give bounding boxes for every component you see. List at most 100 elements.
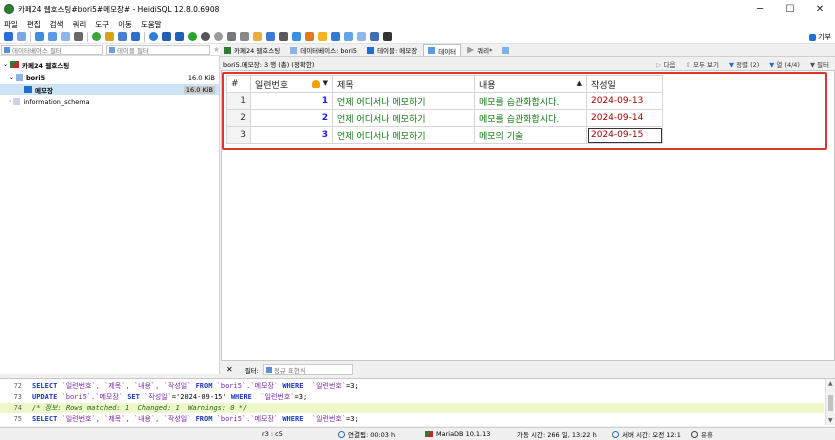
tree-item-server[interactable]: ⌄ 카페24 웹호스팅 <box>0 59 219 70</box>
tab-query[interactable]: 쿼리* <box>463 44 496 56</box>
show-all-button[interactable]: ⇕ 모두 보기 <box>685 59 719 69</box>
id-cell[interactable]: 2 <box>250 109 333 127</box>
abc-icon[interactable] <box>331 32 340 41</box>
menu-file[interactable]: 파일 <box>4 19 18 30</box>
regex-filter-input[interactable]: 정규 표현식 <box>262 364 353 375</box>
last-record-icon[interactable] <box>175 32 184 41</box>
user-manager-icon[interactable] <box>105 32 114 41</box>
sql-log-scrollbar[interactable]: ▲ ▼ <box>825 379 835 425</box>
toolbar-separator <box>144 31 145 42</box>
close-filter-button[interactable]: ✕ <box>226 365 233 374</box>
content-cell[interactable]: 메모를 습관화합시다. <box>474 109 587 127</box>
table-row[interactable]: 3 3 언제 어디서나 메모하기 메모의 기술 2024-09-15 <box>226 126 663 144</box>
column-header-id[interactable]: 일련번호 ▼ <box>250 75 333 93</box>
close-button[interactable]: ✕ <box>805 0 835 18</box>
paste-icon[interactable] <box>48 32 57 41</box>
run-query-icon[interactable] <box>240 32 249 41</box>
save-icon[interactable] <box>266 32 275 41</box>
copy-icon[interactable] <box>35 32 44 41</box>
column-header-title[interactable]: 제목 <box>332 75 475 93</box>
filter-button[interactable]: ▼ 필터 <box>810 59 829 69</box>
star-icon[interactable]: ★ <box>213 45 220 54</box>
delete-row-icon[interactable] <box>201 32 210 41</box>
tab-database[interactable]: 데이터베이스: bori5 <box>286 44 361 56</box>
help-icon-2[interactable] <box>370 32 379 41</box>
help-icon[interactable] <box>149 32 158 41</box>
maintenance-icon[interactable] <box>118 32 127 41</box>
main-tabs: 카페24 웹호스팅 데이터베이스: bori5 테이블: 메모장 데이터 쿼리* <box>220 44 835 57</box>
column-header-date[interactable]: 작성일 <box>586 75 663 93</box>
sql-token: =3; <box>346 415 359 423</box>
insert-row-icon[interactable] <box>188 32 197 41</box>
find-icon[interactable] <box>279 32 288 41</box>
id-cell[interactable]: 1 <box>250 92 333 110</box>
first-record-icon[interactable] <box>162 32 171 41</box>
menu-tools[interactable]: 도구 <box>95 19 109 30</box>
post-icon[interactable] <box>214 32 223 41</box>
data-grid[interactable]: # 일련번호 ▼ 제목 내용 ▲ 작성일 1 1 언제 어디서나 메모하기 메모… <box>221 70 835 361</box>
scroll-up-icon[interactable]: ▲ <box>828 380 833 387</box>
title-bar: 카페24 웹호스팅#bori5#메모장# - HeidiSQL 12.8.0.6… <box>0 0 835 18</box>
tree-item-memo-table[interactable]: 메모장 16.0 KiB <box>0 84 219 95</box>
replace-icon[interactable] <box>292 32 301 41</box>
donate-button[interactable]: 기부 <box>809 32 831 42</box>
new-query-tab-button[interactable] <box>498 44 516 56</box>
collapse-chevron-icon[interactable]: ⌄ <box>3 61 8 68</box>
row-number-cell[interactable]: 2 <box>226 109 251 127</box>
date-cell-selected[interactable]: 2024-09-15 <box>586 126 663 144</box>
database-icon <box>13 98 21 105</box>
date-cell[interactable]: 2024-09-14 <box>586 109 663 127</box>
export-icon[interactable] <box>131 32 140 41</box>
open-file-icon[interactable] <box>253 32 262 41</box>
id-cell[interactable]: 3 <box>250 126 333 144</box>
scroll-thumb[interactable] <box>828 395 833 411</box>
column-header-rownum[interactable]: # <box>226 75 251 93</box>
idle-label: 유휴 <box>701 431 713 439</box>
stop-icon[interactable] <box>383 32 392 41</box>
scroll-down-icon[interactable]: ▼ <box>828 417 833 424</box>
row-number-cell[interactable]: 1 <box>226 92 251 110</box>
menu-edit[interactable]: 편집 <box>27 19 41 30</box>
chart-icon[interactable] <box>357 32 366 41</box>
sort-button[interactable]: ▼ 정렬 (2) <box>729 59 759 69</box>
title-cell[interactable]: 언제 어디서나 메모하기 <box>332 92 475 110</box>
content-cell[interactable]: 메모의 기술 <box>474 126 587 144</box>
undo-icon[interactable] <box>61 32 70 41</box>
format-icon[interactable] <box>305 32 314 41</box>
menu-search[interactable]: 검색 <box>50 19 64 30</box>
database-filter-input[interactable]: 데이터베이스 필터 <box>1 44 103 55</box>
cancel-icon[interactable] <box>227 32 236 41</box>
sql-token: ='2024-09-15' <box>171 393 227 401</box>
column-icon[interactable] <box>344 32 353 41</box>
snippet-icon[interactable] <box>318 32 327 41</box>
tab-table[interactable]: 테이블: 메모장 <box>363 44 421 56</box>
tree-item-bori5[interactable]: ⌄ bori5 16.0 KiB <box>0 72 219 83</box>
minimize-button[interactable]: ─ <box>745 0 775 18</box>
disconnect-icon[interactable] <box>17 32 26 41</box>
title-cell[interactable]: 언제 어디서나 메모하기 <box>332 126 475 144</box>
menu-goto[interactable]: 이동 <box>118 19 132 30</box>
date-cell[interactable]: 2024-09-13 <box>586 92 663 110</box>
print-icon[interactable] <box>74 32 83 41</box>
menu-query[interactable]: 쿼리 <box>72 19 86 30</box>
next-button[interactable]: ▷ 다음 <box>656 59 675 69</box>
menu-help[interactable]: 도움말 <box>141 19 162 30</box>
table-filter-input[interactable]: 테이블 필터 <box>105 44 210 55</box>
content-cell[interactable]: 메모를 습관화합시다. <box>474 92 587 110</box>
row-number-cell[interactable]: 3 <box>226 126 251 144</box>
session-manager-icon[interactable] <box>4 32 13 41</box>
tab-host[interactable]: 카페24 웹호스팅 <box>220 44 284 56</box>
column-header-content[interactable]: 내용 ▲ <box>474 75 587 93</box>
refresh-icon[interactable] <box>92 32 101 41</box>
table-row[interactable]: 1 1 언제 어디서나 메모하기 메모를 습관화합시다. 2024-09-13 <box>226 92 663 110</box>
maximize-button[interactable]: ☐ <box>775 0 805 18</box>
log-line-number: 73 <box>13 393 22 401</box>
expand-chevron-icon[interactable]: › <box>9 98 11 105</box>
sql-log[interactable]: 72 SELECT `일련번호`, `제목`, `내용`, `작성일` FROM … <box>0 378 835 426</box>
columns-button[interactable]: ▼ 열 (4/4) <box>769 59 800 69</box>
tab-data[interactable]: 데이터 <box>423 44 462 56</box>
tree-item-information-schema[interactable]: › information_schema <box>0 96 219 107</box>
table-row[interactable]: 2 2 언제 어디서나 메모하기 메모를 습관화합시다. 2024-09-14 <box>226 109 663 127</box>
title-cell[interactable]: 언제 어디서나 메모하기 <box>332 109 475 127</box>
collapse-chevron-icon[interactable]: ⌄ <box>9 74 14 81</box>
